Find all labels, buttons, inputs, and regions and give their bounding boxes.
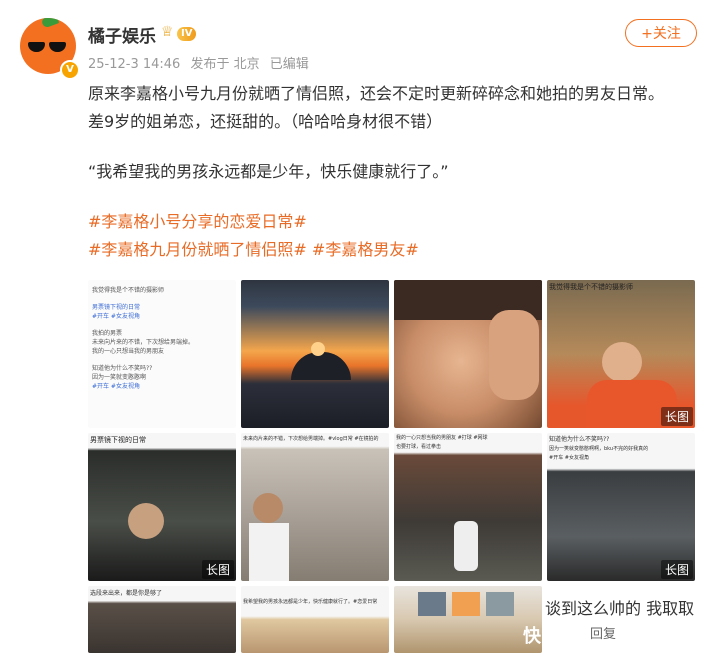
edited-label[interactable]: 已编辑 (270, 57, 309, 72)
post-body: 原来李嘉格小号九月份就晒了情侣照，还会不定时更新碎碎念和她拍的男友日常。 差9岁… (88, 80, 708, 264)
image-thumb[interactable] (241, 280, 389, 428)
image-thumb[interactable]: 知道他为什么不笑吗?? 因为一笑就变憨憨啊啊，bku不完的好我真的 #开车 #女… (547, 433, 695, 581)
image-thumb[interactable]: 我希望我的男孩永远都是少年，快乐健康就行了。#恋爱日常 (241, 586, 389, 653)
crown-icon: ♕ (161, 24, 174, 40)
post-meta: 25-12-3 14:46 发布于 北京 已编辑 (88, 53, 315, 72)
image-thumb[interactable]: 男票镜下视的日常 长图 (88, 433, 236, 581)
image-thumb[interactable] (394, 586, 542, 653)
hashtag-1[interactable]: #李嘉格小号分享的恋爱日常# (88, 212, 307, 231)
post-quote: “我希望我的男孩永远都是少年，快乐健康就行了。” (88, 162, 449, 181)
comment-text: 谈到这么帅的 我取取 (545, 599, 695, 618)
image-thumb[interactable] (394, 280, 542, 428)
verified-badge: V (60, 60, 80, 80)
post-location: 发布于 北京 (190, 57, 260, 72)
account-name[interactable]: 橘子娱乐 (88, 22, 156, 47)
post-line-1: 原来李嘉格小号九月份就晒了情侣照，还会不定时更新碎碎念和她拍的男友日常。 (88, 84, 665, 103)
image-thumb[interactable]: 我的一心只想当我的男朋友 #打球 #网球 也要打球，看过拳击 (394, 433, 542, 581)
long-image-badge: 长图 (660, 407, 693, 426)
long-image-badge: 长图 (201, 560, 234, 579)
sunglasses-icon (28, 42, 68, 52)
follow-button[interactable]: +关注 (625, 19, 697, 47)
level-badge: IV (177, 27, 197, 41)
image-thumb[interactable]: 我觉得我是个不错的摄影师 男票镜下视的日常 #开车 #女友视角 我拍的男票 未来… (88, 280, 236, 428)
orange-leaf-icon (40, 18, 60, 29)
image-thumb[interactable]: 选段来出来，都是你是够了 (88, 586, 236, 653)
post-line-2: 差9岁的姐弟恋，还挺甜的。（哈哈哈身材很不错） (88, 112, 443, 131)
post-time: 25-12-3 14:46 (88, 57, 181, 72)
watermark-text: 快 (523, 626, 541, 647)
reply-button[interactable]: 回复 (590, 623, 616, 642)
long-image-badge: 长图 (660, 560, 693, 579)
image-thumb[interactable]: 我觉得我是个不错的摄影师 长图 (547, 280, 695, 428)
image-thumb[interactable]: 未来向片来的不错，下次想给男端掉。#vlog日常 #在镜拍的 (241, 433, 389, 581)
hashtag-2[interactable]: #李嘉格九月份就晒了情侣照# (88, 240, 307, 259)
hashtag-3[interactable]: #李嘉格男友# (312, 240, 419, 259)
